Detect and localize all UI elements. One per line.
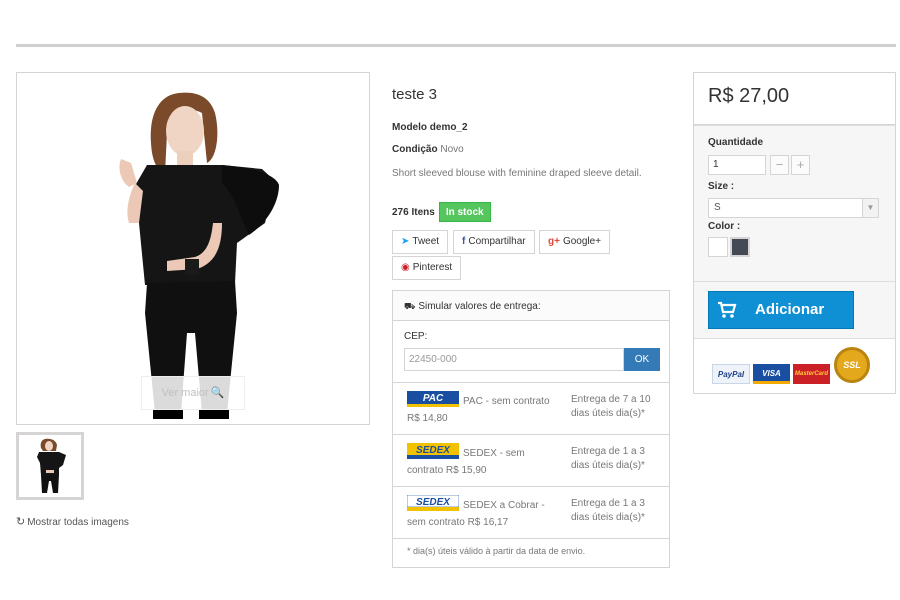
payment-methods: PayPal VISA MasterCard SSL bbox=[694, 338, 895, 393]
zoom-label: Ver maior bbox=[161, 387, 209, 399]
color-label: Color : bbox=[708, 221, 741, 232]
googleplus-button[interactable]: g+ Google+ bbox=[539, 230, 611, 254]
thumbnail-photo bbox=[19, 435, 81, 497]
size-selected-value: S bbox=[714, 202, 721, 213]
googleplus-label: Google+ bbox=[562, 236, 602, 247]
googleplus-icon: g+ bbox=[548, 236, 560, 247]
pinterest-icon: ◉ bbox=[401, 262, 410, 273]
tweet-button[interactable]: ➤ Tweet bbox=[392, 230, 449, 254]
shipping-divider bbox=[393, 538, 669, 539]
shipping-option-eta: Entrega de 1 a 3 dias úteis dia(s)* bbox=[571, 446, 645, 471]
condition-label: Condição bbox=[392, 144, 438, 155]
color-swatch-white[interactable] bbox=[708, 237, 728, 257]
ssl-seal-icon: SSL bbox=[834, 347, 870, 383]
zoom-button[interactable]: Ver maior 🔍 bbox=[141, 376, 245, 410]
stock-info: 276 Itens In stock bbox=[392, 202, 491, 222]
refresh-icon: ↻ bbox=[16, 516, 26, 528]
mastercard-logo: MasterCard bbox=[793, 364, 830, 384]
condition-value: Novo bbox=[440, 144, 464, 155]
shipping-option-sedex: SEDEX SEDEX - sem contrato R$ 15,90 Entr… bbox=[393, 434, 669, 486]
box-divider bbox=[694, 281, 895, 282]
add-to-cart-button[interactable]: Adicionar bbox=[708, 291, 854, 329]
shipping-option-name: SEDEX a Cobrar - sem contrato R$ 16,17 bbox=[407, 500, 545, 528]
facebook-share-button[interactable]: f Compartilhar bbox=[453, 230, 535, 254]
product-model: Modelo demo_2 bbox=[392, 122, 468, 133]
visa-logo: VISA bbox=[753, 364, 790, 384]
cep-ok-button[interactable]: OK bbox=[624, 348, 660, 371]
add-to-cart-label: Adicionar bbox=[755, 301, 825, 318]
shipping-footnote: * dia(s) úteis válido à partir da data d… bbox=[407, 546, 586, 556]
tweet-label: Tweet bbox=[412, 236, 440, 247]
twitter-icon: ➤ bbox=[401, 236, 410, 247]
show-all-images-link[interactable]: ↻ Mostrar todas imagens bbox=[16, 515, 129, 528]
top-divider bbox=[16, 44, 896, 47]
shipping-header-label: Simular valores de entrega: bbox=[418, 301, 541, 312]
buy-box: R$ 27,00 Quantidade 1 − + Size : S ▼ Col… bbox=[693, 72, 896, 394]
plus-icon: + bbox=[796, 157, 805, 172]
quantity-label: Quantidade bbox=[708, 137, 764, 148]
shipping-header: ⛟ Simular valores de entrega: bbox=[393, 291, 669, 321]
model-value: demo_2 bbox=[429, 122, 468, 133]
color-swatch-dark[interactable] bbox=[730, 237, 750, 257]
shipping-simulator: ⛟ Simular valores de entrega: CEP: 22450-… bbox=[392, 290, 670, 568]
shipping-option-eta: Entrega de 1 a 3 dias úteis dia(s)* bbox=[571, 498, 645, 523]
product-price: R$ 27,00 bbox=[708, 85, 790, 107]
quantity-increase-button[interactable]: + bbox=[791, 155, 810, 175]
shipping-option-name: PAC - sem contrato R$ 14,80 bbox=[407, 396, 550, 424]
minus-icon: − bbox=[775, 157, 784, 172]
facebook-icon: f bbox=[462, 236, 466, 247]
product-title: teste 3 bbox=[392, 86, 438, 103]
model-photo bbox=[17, 73, 369, 424]
shipping-option-name: SEDEX - sem contrato R$ 15,90 bbox=[407, 448, 525, 476]
chevron-down-icon: ▼ bbox=[862, 199, 878, 217]
shipping-option-pac: PAC PAC - sem contrato R$ 14,80 Entrega … bbox=[393, 382, 669, 434]
pinterest-label: Pinterest bbox=[412, 262, 453, 273]
paypal-logo: PayPal bbox=[712, 364, 750, 384]
model-label: Modelo bbox=[392, 122, 427, 133]
size-select[interactable]: S ▼ bbox=[708, 198, 879, 218]
shipping-option-eta: Entrega de 7 a 10 dias úteis dia(s)* bbox=[571, 394, 651, 419]
shipping-option-sedex-cobrar: SEDEX SEDEX a Cobrar - sem contrato R$ 1… bbox=[393, 486, 669, 538]
size-label: Size : bbox=[708, 181, 735, 192]
magnifier-icon: 🔍 bbox=[210, 387, 225, 399]
quantity-input[interactable]: 1 bbox=[708, 155, 766, 175]
product-thumbnail[interactable] bbox=[16, 432, 84, 500]
cart-icon bbox=[718, 301, 737, 318]
cep-input[interactable]: 22450-000 bbox=[404, 348, 624, 371]
box-divider bbox=[694, 125, 895, 126]
facebook-label: Compartilhar bbox=[468, 236, 526, 247]
show-all-images-label: Mostrar todas imagens bbox=[27, 517, 129, 528]
truck-icon: ⛟ bbox=[404, 301, 416, 311]
product-main-image[interactable]: Ver maior 🔍 bbox=[16, 72, 370, 425]
product-condition: Condição Novo bbox=[392, 144, 464, 155]
price-area: R$ 27,00 bbox=[694, 73, 895, 125]
in-stock-badge: In stock bbox=[438, 202, 491, 222]
quantity-items: 276 Itens bbox=[392, 206, 435, 218]
cep-label: CEP: bbox=[404, 331, 428, 342]
product-description: Short sleeved blouse with feminine drape… bbox=[392, 168, 642, 179]
pinterest-button[interactable]: ◉ Pinterest bbox=[392, 256, 462, 280]
quantity-decrease-button[interactable]: − bbox=[770, 155, 789, 175]
